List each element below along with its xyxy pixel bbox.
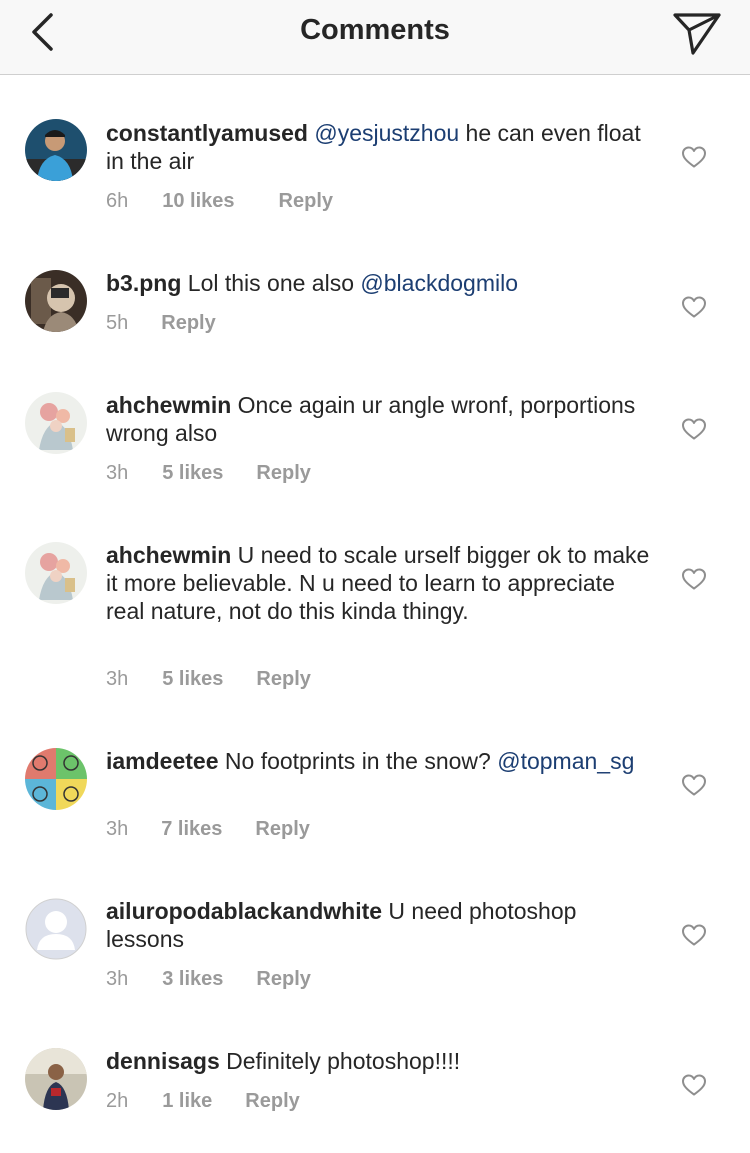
heart-icon[interactable] <box>681 567 707 591</box>
comment-meta: 3h 3 likes Reply <box>106 967 311 991</box>
chevron-left-icon <box>32 13 53 51</box>
comment-likes[interactable]: 5 likes <box>162 667 223 691</box>
reply-button[interactable]: Reply <box>256 461 310 485</box>
reply-button[interactable]: Reply <box>245 1089 299 1113</box>
avatar[interactable] <box>25 748 87 810</box>
comment-text: b3.png Lol this one also @blackdogmilo <box>106 269 656 297</box>
avatar[interactable] <box>25 898 87 960</box>
heart-icon[interactable] <box>681 145 707 169</box>
comment-mention[interactable]: @yesjustzhou <box>314 120 459 146</box>
direct-send-icon <box>673 13 721 55</box>
comment-meta: 2h 1 like Reply <box>106 1089 300 1113</box>
comment-mention[interactable]: @blackdogmilo <box>360 270 518 296</box>
comment-likes[interactable]: 3 likes <box>162 967 223 991</box>
default-avatar-icon <box>25 898 87 960</box>
comment-text: dennisags Definitely photoshop!!!! <box>106 1047 656 1075</box>
heart-icon[interactable] <box>681 1073 707 1097</box>
comment-text: ahchewmin Once again ur angle wronf, por… <box>106 391 656 447</box>
heart-icon[interactable] <box>681 295 707 319</box>
comment-body: Lol this one also <box>181 270 361 296</box>
page-title: Comments <box>300 14 450 46</box>
comment-username[interactable]: ahchewmin <box>106 392 231 418</box>
comment-body: Definitely photoshop!!!! <box>219 1048 461 1074</box>
direct-send-button[interactable] <box>670 8 724 58</box>
reply-button[interactable]: Reply <box>256 967 310 991</box>
comment-time: 3h <box>106 462 129 484</box>
comment-likes[interactable]: 10 likes <box>162 189 234 213</box>
comment-likes[interactable]: 5 likes <box>162 461 223 485</box>
reply-button[interactable]: Reply <box>255 817 309 841</box>
comment-meta: 3h 5 likes Reply <box>106 667 311 691</box>
comment-time: 3h <box>106 668 129 690</box>
comment-username[interactable]: dennisags <box>106 1048 220 1074</box>
reply-button[interactable]: Reply <box>256 667 310 691</box>
comment-meta: 5h Reply <box>106 311 216 335</box>
avatar[interactable] <box>25 1048 87 1110</box>
avatar[interactable] <box>25 270 87 332</box>
heart-icon[interactable] <box>681 923 707 947</box>
comment-text: ahchewmin U need to scale urself bigger … <box>106 541 656 625</box>
comment-time: 3h <box>106 818 129 840</box>
header-bar: Comments <box>0 0 750 75</box>
avatar[interactable] <box>25 542 87 604</box>
comment-text: iamdeetee No footprints in the snow? @to… <box>106 747 656 775</box>
avatar[interactable] <box>25 119 87 181</box>
comment-username[interactable]: ailuropodablackandwhite <box>106 898 382 924</box>
comment-username[interactable]: iamdeetee <box>106 748 219 774</box>
comment-username[interactable]: ahchewmin <box>106 542 231 568</box>
avatar[interactable] <box>25 392 87 454</box>
comment-meta: 6h 10 likes Reply <box>106 189 333 213</box>
comment-mention[interactable]: @topman_sg <box>497 748 634 774</box>
reply-button[interactable]: Reply <box>279 189 333 213</box>
comment-body: No footprints in the snow? <box>218 748 498 774</box>
comment-time: 3h <box>106 968 129 990</box>
comment-username[interactable]: constantlyamused <box>106 120 308 146</box>
comment-username[interactable]: b3.png <box>106 270 181 296</box>
comment-text: ailuropodablackandwhite U need photoshop… <box>106 897 656 953</box>
comment-time: 2h <box>106 1090 129 1112</box>
comment-likes[interactable]: 1 like <box>162 1089 212 1113</box>
comment-time: 6h <box>106 190 129 212</box>
back-button[interactable] <box>22 10 62 54</box>
comment-meta: 3h 7 likes Reply <box>106 817 310 841</box>
reply-button[interactable]: Reply <box>161 311 215 335</box>
heart-icon[interactable] <box>681 773 707 797</box>
comment-likes[interactable]: 7 likes <box>161 817 222 841</box>
comment-time: 5h <box>106 312 129 334</box>
comment-text: constantlyamused @yesjustzhou he can eve… <box>106 119 656 175</box>
heart-icon[interactable] <box>681 417 707 441</box>
comment-meta: 3h 5 likes Reply <box>106 461 311 485</box>
